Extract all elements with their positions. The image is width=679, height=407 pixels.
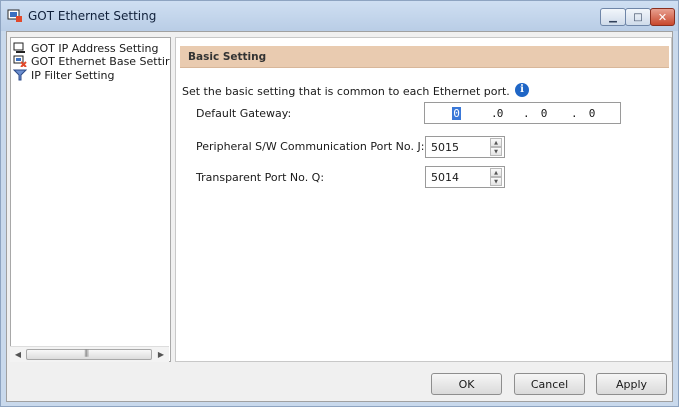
close-icon: ✕ xyxy=(657,10,668,24)
transparent-port-stepper[interactable]: 5014 ▲ ▼ xyxy=(425,166,505,188)
scroll-thumb[interactable]: ||| xyxy=(26,349,152,360)
tree-item-label: GOT IP Address Setting xyxy=(31,41,159,55)
app-icon xyxy=(7,9,22,22)
section-title: Basic Setting xyxy=(188,51,267,63)
gateway-octet-4[interactable]: 0 xyxy=(583,107,601,120)
transparent-port-value[interactable]: 5014 xyxy=(431,171,459,184)
tree-item-ip-address[interactable]: GOT IP Address Setting xyxy=(13,41,158,55)
stepper-up-icon[interactable]: ▲ xyxy=(490,138,502,147)
stepper-buttons: ▲ ▼ xyxy=(490,168,502,186)
section-header: Basic Setting xyxy=(180,46,669,68)
peripheral-port-label: Peripheral S/W Communication Port No. J: xyxy=(196,140,425,153)
ip-separator: . xyxy=(571,107,578,120)
stepper-down-icon[interactable]: ▼ xyxy=(490,147,502,156)
info-icon[interactable]: i xyxy=(515,83,529,97)
peripheral-port-value[interactable]: 5015 xyxy=(431,141,459,154)
cancel-button[interactable]: Cancel xyxy=(514,373,585,395)
stepper-buttons: ▲ ▼ xyxy=(490,138,502,156)
tree-item-label: GOT Ethernet Base Settir xyxy=(31,54,170,68)
tree-item-label: IP Filter Setting xyxy=(31,68,115,82)
default-gateway-label: Default Gateway: xyxy=(196,107,292,120)
maximize-icon: □ xyxy=(633,11,643,23)
maximize-button[interactable]: □ xyxy=(625,8,651,26)
scroll-grip: ||| xyxy=(84,349,89,357)
ethernet-base-icon xyxy=(13,55,27,67)
minimize-icon: ▁ xyxy=(609,11,617,23)
default-gateway-ip-input[interactable]: 0 . 0 . 0 . 0 xyxy=(424,102,621,124)
title-bar[interactable]: GOT Ethernet Setting ▁ □ ✕ xyxy=(1,1,678,31)
gateway-octet-3[interactable]: 0 xyxy=(535,107,553,120)
scroll-left-icon[interactable]: ◀ xyxy=(12,349,24,361)
network-settings-icon xyxy=(13,42,25,53)
dialog-client-area: GOT IP Address Setting GOT Ethernet Base… xyxy=(6,31,673,402)
tree-item-ip-filter[interactable]: IP Filter Setting xyxy=(13,68,115,82)
gateway-octet-2[interactable]: 0 xyxy=(491,107,509,120)
minimize-button[interactable]: ▁ xyxy=(600,8,626,26)
got-ethernet-setting-window: GOT Ethernet Setting ▁ □ ✕ GOT IP Addres… xyxy=(0,0,679,407)
ok-button[interactable]: OK xyxy=(431,373,502,395)
ip-separator: . xyxy=(523,107,530,120)
tree-item-ethernet-base[interactable]: GOT Ethernet Base Settir xyxy=(13,54,170,68)
stepper-up-icon[interactable]: ▲ xyxy=(490,168,502,177)
window-title: GOT Ethernet Setting xyxy=(28,9,157,23)
stepper-down-icon[interactable]: ▼ xyxy=(490,177,502,186)
transparent-port-label: Transparent Port No. Q: xyxy=(196,171,325,184)
apply-button[interactable]: Apply xyxy=(596,373,667,395)
close-button[interactable]: ✕ xyxy=(650,8,675,26)
filter-icon xyxy=(13,69,27,81)
scroll-right-icon[interactable]: ▶ xyxy=(155,349,167,361)
settings-tree: GOT IP Address Setting GOT Ethernet Base… xyxy=(10,37,171,362)
section-description: Set the basic setting that is common to … xyxy=(182,85,510,98)
gateway-octet-1[interactable]: 0 xyxy=(452,107,461,120)
settings-panel: Basic Setting Set the basic setting that… xyxy=(175,37,672,362)
tree-horizontal-scrollbar[interactable]: ◀ ||| ▶ xyxy=(10,346,169,362)
peripheral-port-stepper[interactable]: 5015 ▲ ▼ xyxy=(425,136,505,158)
